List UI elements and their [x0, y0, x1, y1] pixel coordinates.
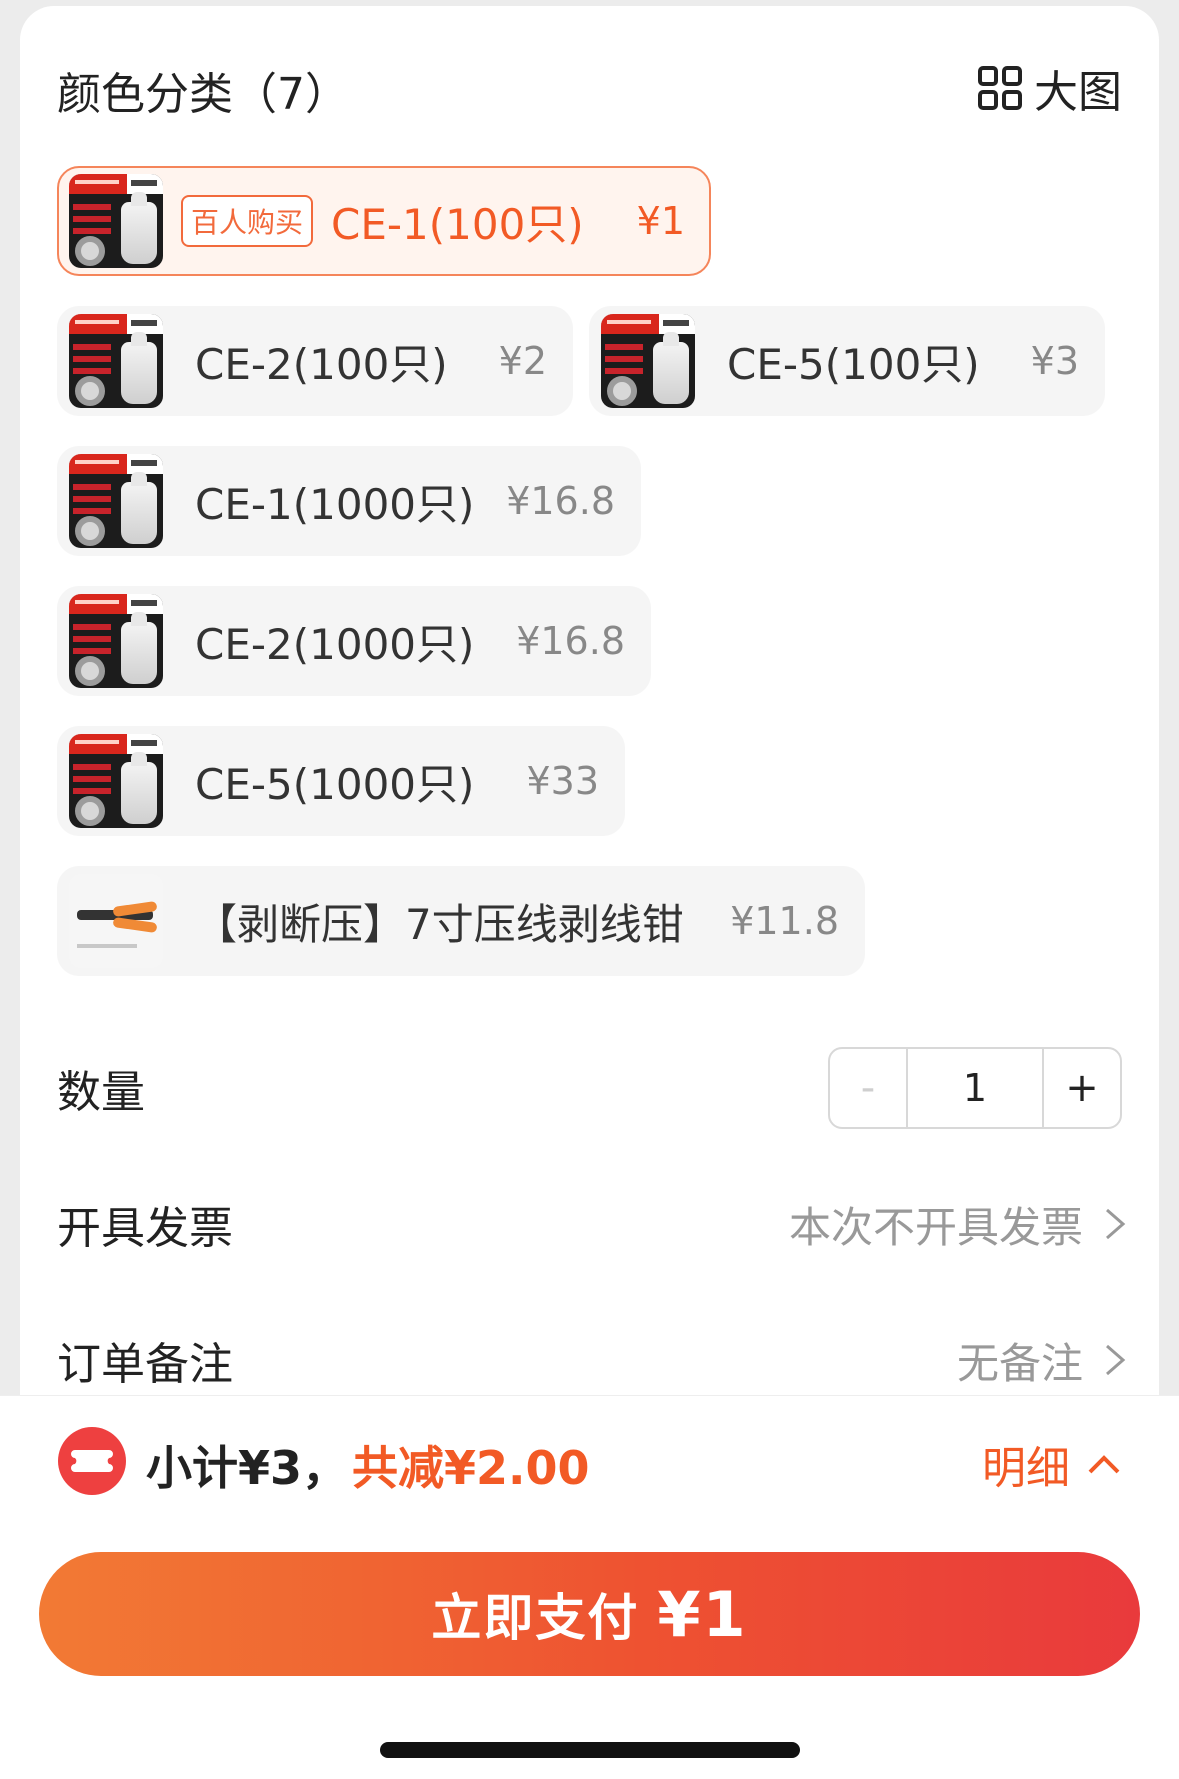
sku-option-name: CE-2(100只): [195, 339, 448, 389]
checkout-bar: 小计¥3， 共减¥2.00 明细 立即支付 ¥1: [0, 1395, 1179, 1779]
pay-button-label: 立即支付: [431, 1589, 640, 1647]
price-detail-toggle[interactable]: 明细: [982, 1432, 1122, 1496]
pay-now-button[interactable]: 立即支付 ¥1: [39, 1552, 1140, 1676]
invoice-value: 本次不开具发票: [788, 1202, 1083, 1252]
sku-option-ce2-1000[interactable]: CE-2(1000只) ¥16.8: [57, 586, 651, 696]
sku-option-ce5-1000[interactable]: CE-5(1000只) ¥33: [57, 726, 625, 836]
sku-option-name: CE-1(1000只): [195, 479, 475, 529]
quantity-value[interactable]: 1: [908, 1049, 1042, 1127]
product-thumbnail: [69, 874, 163, 968]
product-thumbnail: [69, 454, 163, 548]
invoice-row[interactable]: 开具发票 本次不开具发票: [57, 1189, 1127, 1259]
chevron-right-icon: [1106, 1344, 1126, 1376]
big-view-toggle[interactable]: 大图: [976, 56, 1122, 120]
color-category-header: 颜色分类（7） 大图: [57, 52, 1122, 122]
sku-option-ce2-100[interactable]: CE-2(100只) ¥2: [57, 306, 573, 416]
sku-option-price: ¥2: [498, 339, 547, 383]
sku-option-price: ¥11.8: [730, 899, 839, 943]
sku-option-crimping-plier[interactable]: 【剥断压】7寸压线剥线钳 ¥11.8: [57, 866, 865, 976]
big-view-label: 大图: [1034, 67, 1122, 118]
product-thumbnail: [69, 594, 163, 688]
product-thumbnail: [601, 314, 695, 408]
quantity-stepper: - 1 +: [828, 1047, 1122, 1129]
product-thumbnail: [69, 314, 163, 408]
home-indicator: [380, 1742, 800, 1758]
section-title: 颜色分类（7）: [57, 69, 349, 120]
invoice-label: 开具发票: [57, 1203, 233, 1254]
order-note-label: 订单备注: [57, 1339, 233, 1390]
chevron-right-icon: [1106, 1208, 1126, 1240]
detail-label: 明细: [982, 1443, 1070, 1494]
grid-view-icon: [978, 66, 1022, 110]
subtotal-text: 小计¥3，: [146, 1441, 349, 1495]
popularity-badge: 百人购买: [181, 195, 314, 247]
decrease-quantity-button[interactable]: -: [830, 1049, 908, 1127]
sku-option-price: ¥33: [526, 759, 599, 803]
increase-quantity-button[interactable]: +: [1042, 1049, 1120, 1127]
sku-option-ce1-1000[interactable]: CE-1(1000只) ¥16.8: [57, 446, 641, 556]
sku-option-price: ¥1: [636, 199, 685, 243]
coupon-icon: [58, 1427, 126, 1495]
sku-option-price: ¥16.8: [506, 479, 615, 523]
sku-option-ce5-100[interactable]: CE-5(100只) ¥3: [589, 306, 1105, 416]
sku-option-ce1-100[interactable]: 百人购买 CE-1(100只) ¥1: [57, 166, 711, 276]
product-thumbnail: [69, 734, 163, 828]
sku-option-name: CE-5(1000只): [195, 759, 475, 809]
sku-option-name: CE-1(100只): [331, 199, 584, 249]
discount-text: 共减¥2.00: [352, 1441, 590, 1495]
sku-option-name: 【剥断压】7寸压线剥线钳: [195, 899, 684, 949]
chevron-up-icon: [1088, 1455, 1120, 1474]
product-thumbnail: [69, 174, 163, 268]
sku-option-name: CE-5(100只): [727, 339, 980, 389]
sku-option-price: ¥16.8: [516, 619, 625, 663]
sku-option-name: CE-2(1000只): [195, 619, 475, 669]
order-note-row[interactable]: 订单备注 无备注: [57, 1325, 1127, 1395]
pay-amount: ¥1: [657, 1577, 748, 1651]
quantity-label: 数量: [57, 1067, 145, 1118]
order-note-value: 无备注: [956, 1338, 1083, 1388]
sku-option-price: ¥3: [1030, 339, 1079, 383]
